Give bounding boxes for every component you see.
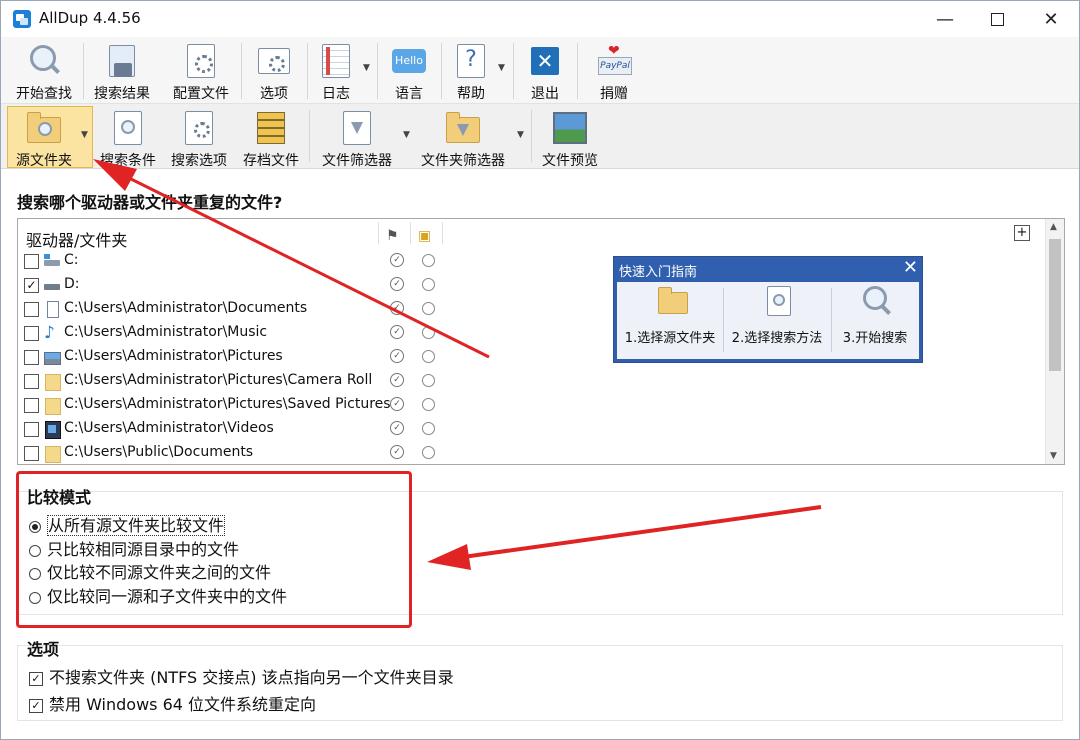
alldup-window: AllDup 4.4.56 — ✕ 开始查找 搜索结果 配置文件 选项 日志 ▼… (0, 0, 1080, 740)
annotation-arrowhead (427, 544, 471, 570)
annotation-arrow-line (462, 505, 822, 559)
annotation-arrows (93, 159, 822, 570)
annotation-arrowhead (93, 159, 137, 191)
annotation-arrow-line (130, 177, 490, 359)
